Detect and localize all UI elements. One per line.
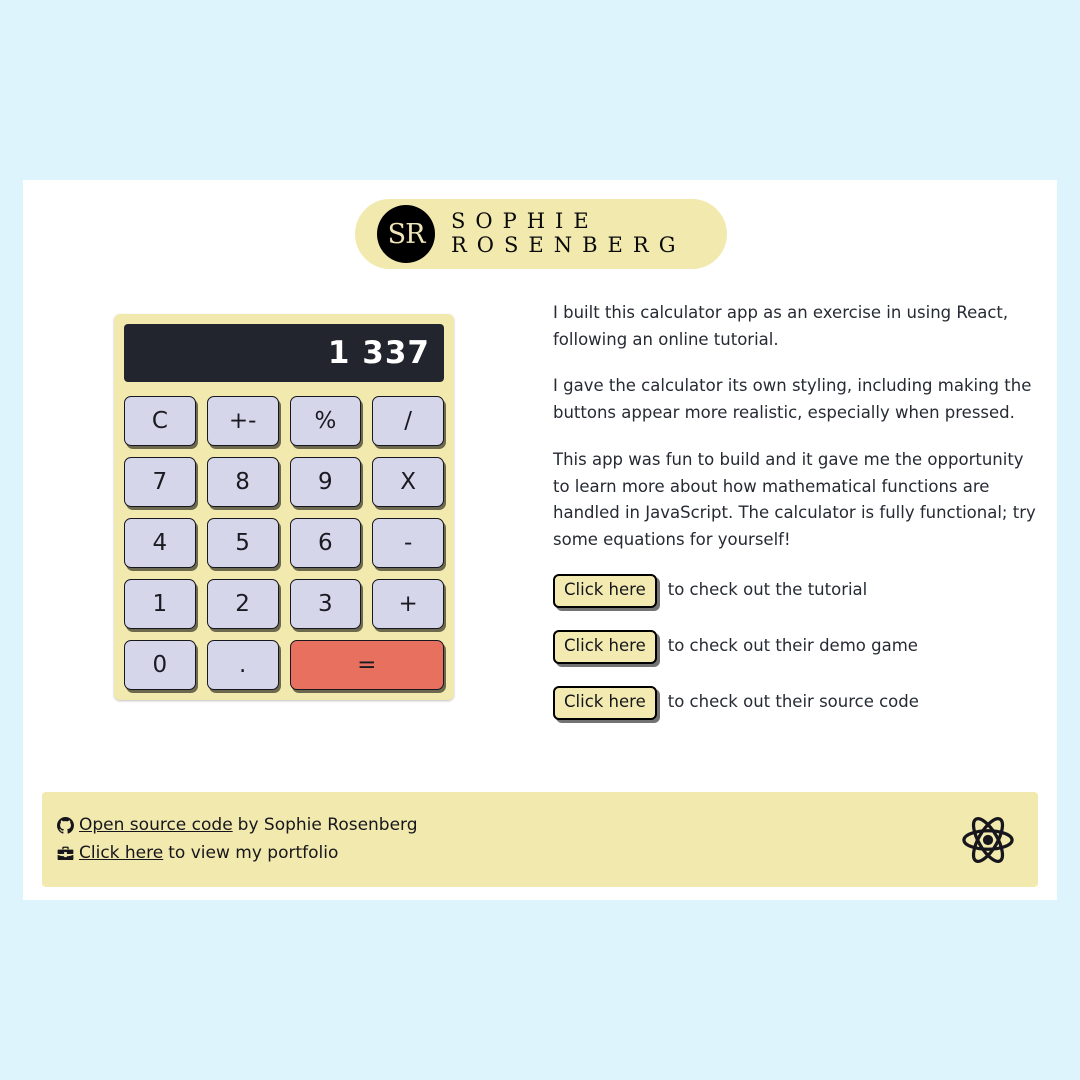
react-logo-icon — [960, 815, 1016, 865]
calc-key-3[interactable]: 3 — [289, 579, 362, 629]
brand-name-line2: ROSENBERG — [451, 233, 686, 257]
tutorial-link-text: to check out the tutorial — [667, 580, 868, 600]
calc-key-9[interactable]: 9 — [289, 457, 362, 507]
calc-key-minus[interactable]: - — [372, 518, 444, 568]
github-icon — [57, 817, 79, 834]
description-paragraph-1: I built this calculator app as an exerci… — [553, 303, 1009, 349]
calc-key-percent[interactable]: % — [289, 396, 362, 446]
footer-portfolio-text: to view my portfolio — [168, 842, 339, 863]
demo-game-click-here-button[interactable]: Click here — [553, 629, 657, 664]
calc-key-plus[interactable]: + — [372, 579, 444, 629]
monogram-text: SR — [387, 218, 426, 250]
demo-game-link-row: Click here to check out their demo game — [553, 629, 1043, 664]
calc-key-0[interactable]: 0 — [124, 640, 196, 690]
footer-portfolio-link[interactable]: Click here — [79, 840, 163, 868]
description-paragraph-3: This app was fun to build and it gave me… — [553, 449, 1036, 550]
calculator-keypad: C +- % / 7 8 9 X 4 5 6 - 1 2 3 + 0 . = — [124, 396, 444, 690]
footer-source-link[interactable]: Open source code — [79, 812, 233, 840]
site-footer: Open source code by Sophie Rosenberg Cli… — [42, 792, 1038, 887]
calc-key-decimal[interactable]: . — [206, 640, 279, 690]
calculator-display: 1 337 — [124, 324, 444, 382]
calc-key-2[interactable]: 2 — [206, 579, 279, 629]
calc-key-multiply[interactable]: X — [372, 457, 444, 507]
calc-key-1[interactable]: 1 — [124, 579, 196, 629]
content-card: SR SOPHIE ROSENBERG 1 337 C +- % / 7 8 9 — [23, 180, 1057, 900]
tutorial-link-row: Click here to check out the tutorial — [553, 573, 1043, 608]
brand-name: SOPHIE ROSENBERG — [451, 210, 685, 257]
footer-line-source: Open source code by Sophie Rosenberg — [57, 812, 418, 840]
footer-line-portfolio: Click here to view my portfolio — [57, 840, 418, 868]
calc-key-4[interactable]: 4 — [124, 518, 196, 568]
demo-game-link-text: to check out their demo game — [667, 636, 918, 656]
calc-key-6[interactable]: 6 — [289, 518, 362, 568]
calc-key-equals[interactable]: = — [289, 640, 444, 690]
sr-monogram-icon: SR — [377, 205, 435, 263]
calc-key-7[interactable]: 7 — [124, 457, 196, 507]
tutorial-click-here-button[interactable]: Click here — [553, 573, 657, 608]
page-root: SR SOPHIE ROSENBERG 1 337 C +- % / 7 8 9 — [0, 0, 1080, 1080]
calc-key-clear[interactable]: C — [124, 396, 196, 446]
footer-links: Open source code by Sophie Rosenberg Cli… — [57, 812, 418, 867]
footer-source-text: by Sophie Rosenberg — [237, 814, 418, 835]
calculator-widget: 1 337 C +- % / 7 8 9 X 4 5 6 - 1 2 3 + 0… — [114, 314, 454, 700]
calc-key-sign[interactable]: +- — [206, 396, 279, 446]
brand-name-line1: SOPHIE — [451, 209, 599, 234]
description-column: I built this calculator app as an exerci… — [553, 300, 1043, 742]
calc-key-divide[interactable]: / — [372, 396, 444, 446]
description-paragraph-2: I gave the calculator its own styling, i… — [553, 376, 1032, 423]
calc-key-5[interactable]: 5 — [206, 518, 279, 568]
source-code-click-here-button[interactable]: Click here — [553, 685, 657, 720]
source-code-link-text: to check out their source code — [667, 692, 919, 712]
briefcase-icon — [57, 845, 79, 862]
calc-key-8[interactable]: 8 — [206, 457, 279, 507]
site-logo[interactable]: SR SOPHIE ROSENBERG — [355, 199, 727, 269]
source-code-link-row: Click here to check out their source cod… — [553, 685, 1043, 720]
